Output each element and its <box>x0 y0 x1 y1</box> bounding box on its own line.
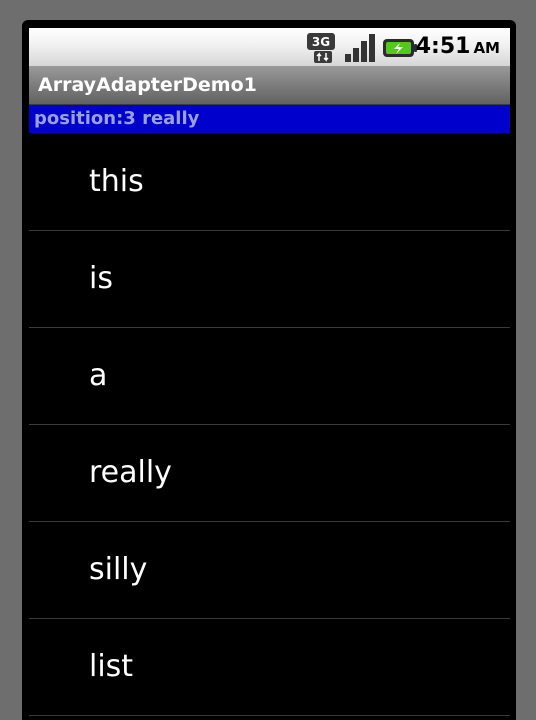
list-item-label: really <box>89 455 172 490</box>
network-3g-label: 3G <box>312 35 330 49</box>
list-item-label: a <box>89 358 108 393</box>
battery-charging-icon <box>382 35 418 65</box>
selection-display: position:3 really <box>29 105 510 133</box>
clock-time: 4:51 <box>415 34 471 59</box>
network-3g-icon: 3G <box>305 32 339 68</box>
list-item-label: list <box>89 649 134 684</box>
list-item[interactable]: a <box>29 328 510 425</box>
list-item[interactable]: silly <box>29 522 510 619</box>
device-screen: 3G 4:51 AM ArrayAdapterDemo1 position:3 … <box>29 28 510 716</box>
app-title: ArrayAdapterDemo1 <box>38 74 257 96</box>
word-list[interactable]: this is a really silly list <box>29 134 510 716</box>
status-clock: 4:51 AM <box>416 34 500 61</box>
selection-text: position:3 really <box>34 108 200 129</box>
list-item-label: this <box>89 164 144 199</box>
app-title-bar: ArrayAdapterDemo1 <box>29 66 510 105</box>
status-bar: 3G 4:51 AM <box>29 28 510 66</box>
signal-strength-icon <box>343 32 379 68</box>
list-item[interactable]: is <box>29 231 510 328</box>
list-item[interactable]: list <box>29 619 510 716</box>
clock-ampm: AM <box>473 39 500 57</box>
list-item[interactable]: really <box>29 425 510 522</box>
list-item[interactable]: this <box>29 134 510 231</box>
list-item-label: silly <box>89 552 148 587</box>
list-item-label: is <box>89 261 113 296</box>
